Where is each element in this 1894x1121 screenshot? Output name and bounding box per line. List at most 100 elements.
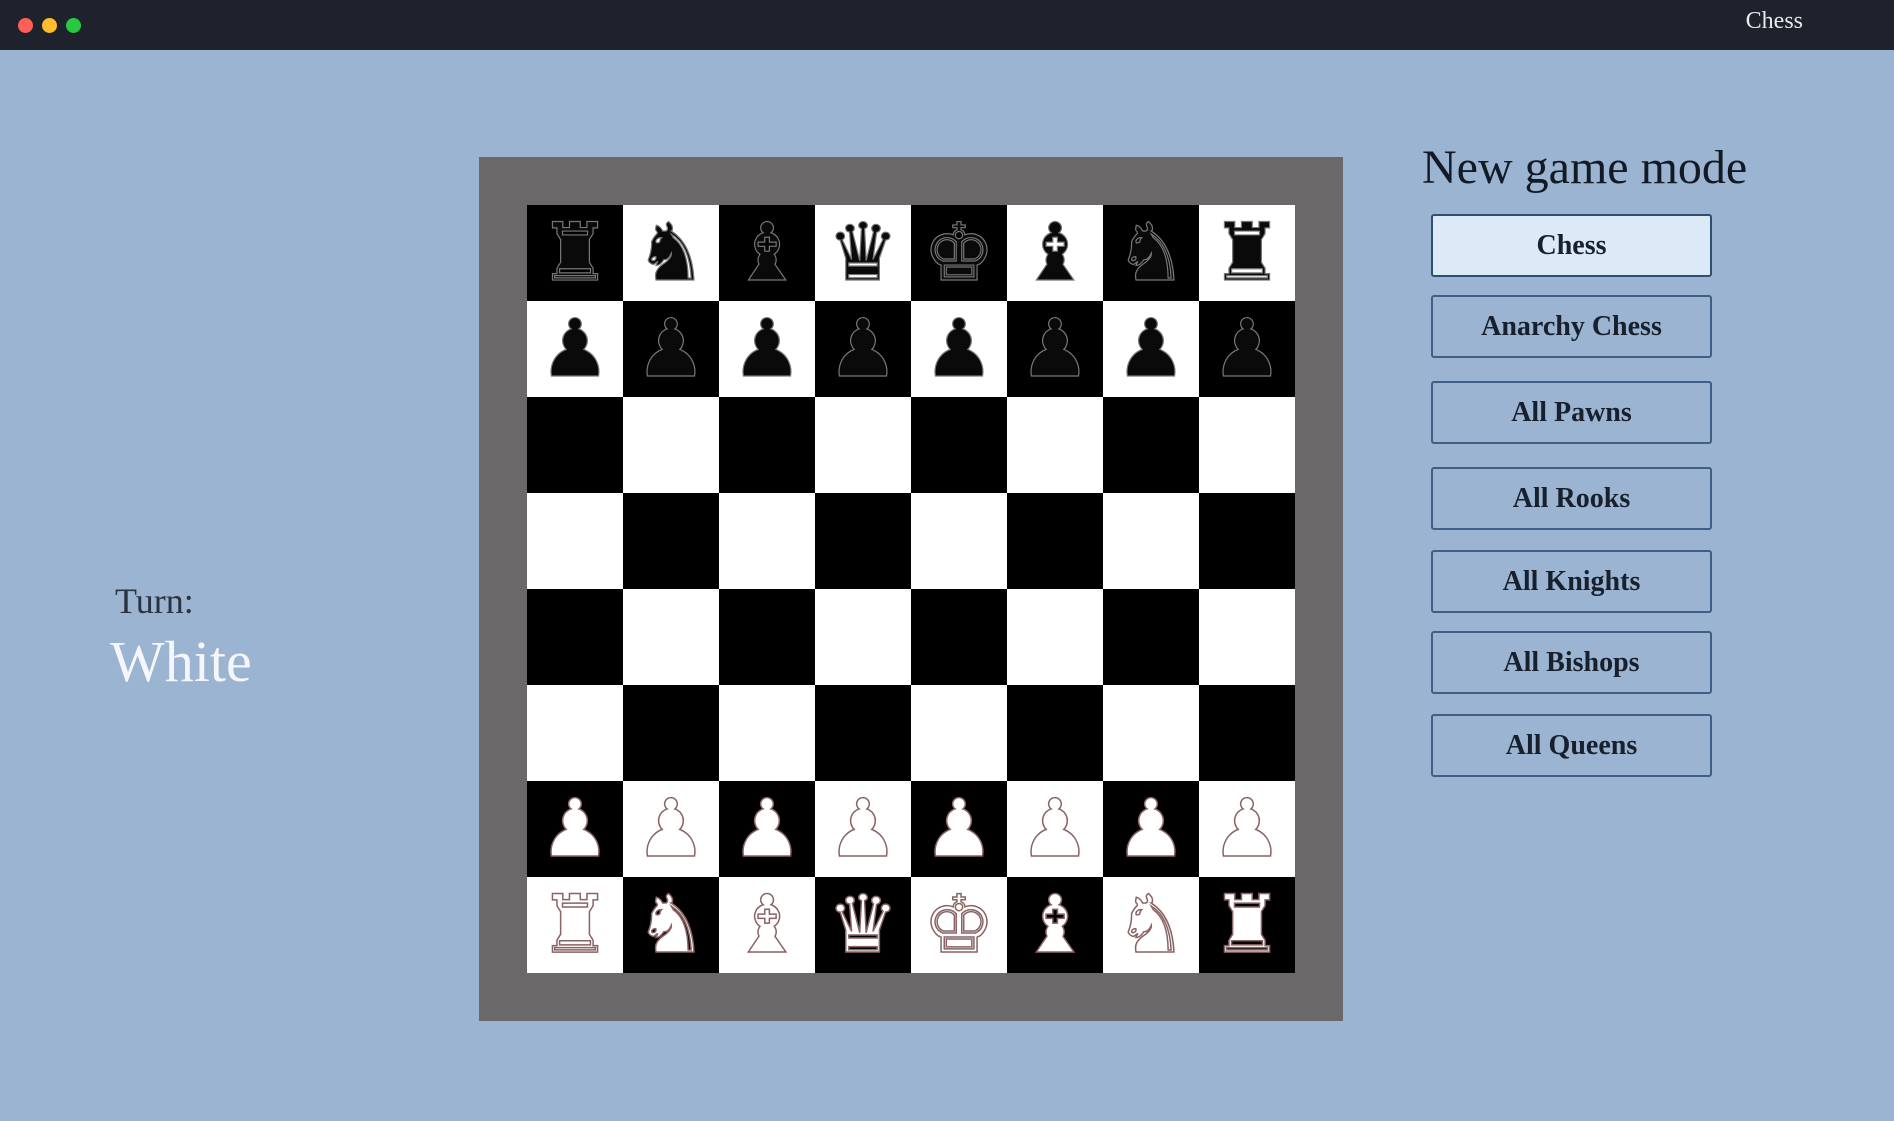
mode-button-all-knights[interactable]: All Knights	[1431, 550, 1712, 613]
square-g7[interactable]: ♟	[1103, 301, 1199, 397]
square-a1[interactable]: ♜	[527, 877, 623, 973]
square-a2[interactable]: ♟	[527, 781, 623, 877]
square-e8[interactable]: ♚	[911, 205, 1007, 301]
square-e1[interactable]: ♚	[911, 877, 1007, 973]
square-c2[interactable]: ♟	[719, 781, 815, 877]
black-pawn-icon[interactable]: ♟	[719, 301, 815, 397]
maximize-window-button[interactable]	[66, 18, 81, 33]
square-d5[interactable]	[815, 493, 911, 589]
black-pawn-icon[interactable]: ♟	[623, 301, 719, 397]
mode-button-all-pawns[interactable]: All Pawns	[1431, 381, 1712, 444]
square-f7[interactable]: ♟	[1007, 301, 1103, 397]
square-e3[interactable]	[911, 685, 1007, 781]
square-f1[interactable]: ♝	[1007, 877, 1103, 973]
square-b2[interactable]: ♟	[623, 781, 719, 877]
square-b8[interactable]: ♞	[623, 205, 719, 301]
mode-button-anarchy-chess[interactable]: Anarchy Chess	[1431, 295, 1712, 358]
square-h4[interactable]	[1199, 589, 1295, 685]
black-queen-icon[interactable]: ♛	[815, 205, 911, 301]
square-d2[interactable]: ♟	[815, 781, 911, 877]
white-pawn-icon[interactable]: ♟	[623, 781, 719, 877]
square-d3[interactable]	[815, 685, 911, 781]
square-g8[interactable]: ♞	[1103, 205, 1199, 301]
square-c3[interactable]	[719, 685, 815, 781]
square-g1[interactable]: ♞	[1103, 877, 1199, 973]
square-a7[interactable]: ♟	[527, 301, 623, 397]
close-window-button[interactable]	[18, 18, 33, 33]
square-b4[interactable]	[623, 589, 719, 685]
square-f4[interactable]	[1007, 589, 1103, 685]
square-e2[interactable]: ♟	[911, 781, 1007, 877]
white-rook-icon[interactable]: ♜	[1199, 877, 1295, 973]
white-pawn-icon[interactable]: ♟	[911, 781, 1007, 877]
square-b6[interactable]	[623, 397, 719, 493]
square-b7[interactable]: ♟	[623, 301, 719, 397]
white-knight-icon[interactable]: ♞	[1103, 877, 1199, 973]
black-pawn-icon[interactable]: ♟	[527, 301, 623, 397]
square-b5[interactable]	[623, 493, 719, 589]
square-d6[interactable]	[815, 397, 911, 493]
square-g5[interactable]	[1103, 493, 1199, 589]
black-pawn-icon[interactable]: ♟	[911, 301, 1007, 397]
square-d7[interactable]: ♟	[815, 301, 911, 397]
white-pawn-icon[interactable]: ♟	[1103, 781, 1199, 877]
square-e4[interactable]	[911, 589, 1007, 685]
square-g4[interactable]	[1103, 589, 1199, 685]
square-c6[interactable]	[719, 397, 815, 493]
black-pawn-icon[interactable]: ♟	[1199, 301, 1295, 397]
square-d1[interactable]: ♛	[815, 877, 911, 973]
square-c7[interactable]: ♟	[719, 301, 815, 397]
black-pawn-icon[interactable]: ♟	[1007, 301, 1103, 397]
square-e5[interactable]	[911, 493, 1007, 589]
square-h7[interactable]: ♟	[1199, 301, 1295, 397]
mode-button-all-rooks[interactable]: All Rooks	[1431, 467, 1712, 530]
white-rook-icon[interactable]: ♜	[527, 877, 623, 973]
square-b1[interactable]: ♞	[623, 877, 719, 973]
white-bishop-icon[interactable]: ♝	[719, 877, 815, 973]
mode-button-all-bishops[interactable]: All Bishops	[1431, 631, 1712, 694]
white-king-icon[interactable]: ♚	[911, 877, 1007, 973]
square-c1[interactable]: ♝	[719, 877, 815, 973]
square-h6[interactable]	[1199, 397, 1295, 493]
square-g6[interactable]	[1103, 397, 1199, 493]
square-a3[interactable]	[527, 685, 623, 781]
square-b3[interactable]	[623, 685, 719, 781]
white-bishop-icon[interactable]: ♝	[1007, 877, 1103, 973]
white-knight-icon[interactable]: ♞	[623, 877, 719, 973]
square-d4[interactable]	[815, 589, 911, 685]
white-pawn-icon[interactable]: ♟	[1199, 781, 1295, 877]
square-g3[interactable]	[1103, 685, 1199, 781]
square-e7[interactable]: ♟	[911, 301, 1007, 397]
square-e6[interactable]	[911, 397, 1007, 493]
square-a5[interactable]	[527, 493, 623, 589]
black-knight-icon[interactable]: ♞	[623, 205, 719, 301]
square-h3[interactable]	[1199, 685, 1295, 781]
black-rook-icon[interactable]: ♜	[1199, 205, 1295, 301]
black-bishop-icon[interactable]: ♝	[1007, 205, 1103, 301]
square-a8[interactable]: ♜	[527, 205, 623, 301]
square-h1[interactable]: ♜	[1199, 877, 1295, 973]
black-rook-icon[interactable]: ♜	[527, 205, 623, 301]
square-c8[interactable]: ♝	[719, 205, 815, 301]
square-f6[interactable]	[1007, 397, 1103, 493]
black-knight-icon[interactable]: ♞	[1103, 205, 1199, 301]
square-c5[interactable]	[719, 493, 815, 589]
white-pawn-icon[interactable]: ♟	[1007, 781, 1103, 877]
square-f8[interactable]: ♝	[1007, 205, 1103, 301]
white-queen-icon[interactable]: ♛	[815, 877, 911, 973]
square-a4[interactable]	[527, 589, 623, 685]
square-h8[interactable]: ♜	[1199, 205, 1295, 301]
minimize-window-button[interactable]	[42, 18, 57, 33]
square-h2[interactable]: ♟	[1199, 781, 1295, 877]
square-a6[interactable]	[527, 397, 623, 493]
black-bishop-icon[interactable]: ♝	[719, 205, 815, 301]
square-f5[interactable]	[1007, 493, 1103, 589]
square-c4[interactable]	[719, 589, 815, 685]
black-king-icon[interactable]: ♚	[911, 205, 1007, 301]
square-g2[interactable]: ♟	[1103, 781, 1199, 877]
white-pawn-icon[interactable]: ♟	[719, 781, 815, 877]
white-pawn-icon[interactable]: ♟	[527, 781, 623, 877]
square-f2[interactable]: ♟	[1007, 781, 1103, 877]
black-pawn-icon[interactable]: ♟	[1103, 301, 1199, 397]
square-d8[interactable]: ♛	[815, 205, 911, 301]
